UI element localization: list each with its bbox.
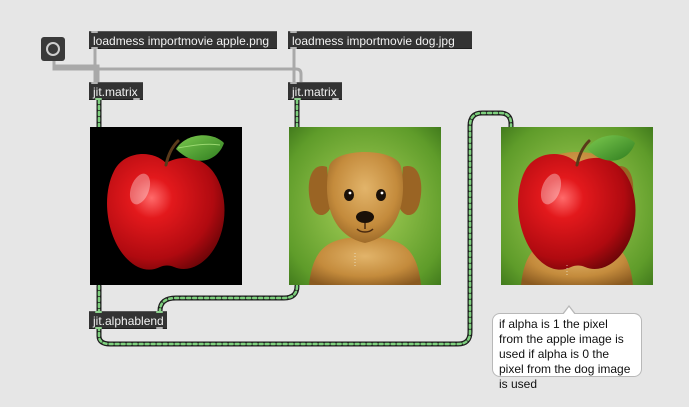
control-cords bbox=[52, 47, 303, 85]
loadmess-dog-label: loadmess importmovie dog.jpg bbox=[292, 34, 455, 48]
comment-text: if alpha is 1 the pixel from the apple i… bbox=[499, 317, 631, 391]
jit-matrix-right-label: jit.matrix bbox=[292, 85, 337, 99]
loadbang-button[interactable] bbox=[41, 37, 65, 61]
blended-apple-dog-image bbox=[501, 127, 653, 285]
apple-window[interactable] bbox=[90, 127, 242, 285]
jit-matrix-right[interactable]: jit.matrix bbox=[288, 82, 342, 100]
patcher-canvas: loadmess importmovie apple.png loadmess … bbox=[0, 0, 689, 407]
blend-window[interactable] bbox=[501, 127, 653, 285]
dog-image bbox=[289, 127, 441, 285]
comment-bubble: if alpha is 1 the pixel from the apple i… bbox=[492, 305, 642, 391]
jit-alphablend-object[interactable]: jit.alphablend bbox=[89, 311, 167, 329]
loadbang-button-icon bbox=[46, 42, 60, 56]
apple-image bbox=[107, 135, 225, 270]
jit-matrix-left-label: jit.matrix bbox=[93, 85, 138, 99]
loadmess-apple-label: loadmess importmovie apple.png bbox=[93, 34, 270, 48]
loadmess-dog-object[interactable]: loadmess importmovie dog.jpg bbox=[288, 31, 472, 49]
jit-alphablend-label: jit.alphablend bbox=[93, 314, 164, 328]
jit-matrix-left[interactable]: jit.matrix bbox=[89, 82, 143, 100]
loadmess-apple-object[interactable]: loadmess importmovie apple.png bbox=[89, 31, 277, 49]
dog-window[interactable] bbox=[289, 127, 441, 285]
